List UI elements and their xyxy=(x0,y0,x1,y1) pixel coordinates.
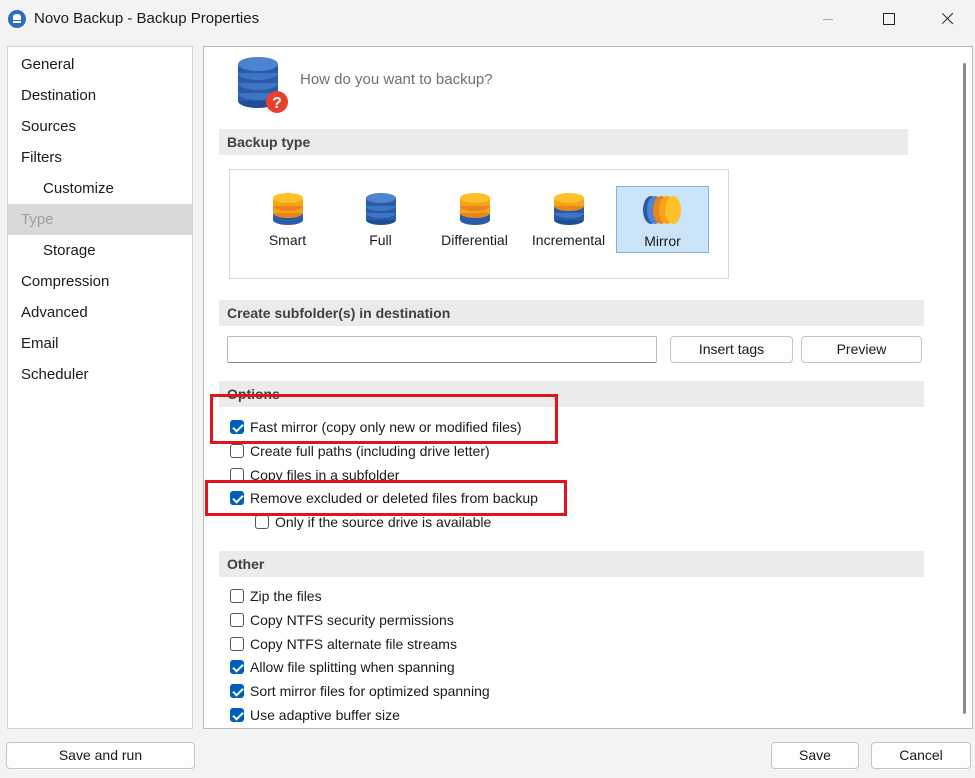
save-and-run-button[interactable]: Save and run xyxy=(6,742,195,769)
sidebar-item-sources[interactable]: Sources xyxy=(21,111,76,142)
checkbox-unchecked[interactable] xyxy=(255,515,269,529)
highlight-box xyxy=(210,394,558,444)
checkbox-label: Copy NTFS security permissions xyxy=(250,612,454,628)
title-bar: Novo Backup - Backup Properties xyxy=(0,0,975,38)
backup-type-panel: ? How do you want to backup? Backup type… xyxy=(203,46,973,729)
checkbox-unchecked[interactable] xyxy=(230,589,244,603)
type-full-button[interactable]: Full xyxy=(334,186,427,253)
sidebar-item-customize[interactable]: Customize xyxy=(43,173,114,204)
sidebar-item-email[interactable]: Email xyxy=(21,328,59,359)
app-icon xyxy=(8,10,26,28)
sidebar-item-destination[interactable]: Destination xyxy=(21,80,96,111)
checkbox-unchecked[interactable] xyxy=(230,444,244,458)
checkbox-label: Allow file splitting when spanning xyxy=(250,659,455,675)
checkbox-label: Sort mirror files for optimized spanning xyxy=(250,683,490,699)
cancel-button[interactable]: Cancel xyxy=(871,742,971,769)
database-question-icon: ? xyxy=(238,57,288,113)
checkbox-checked[interactable] xyxy=(230,708,244,722)
checkbox-label: Copy NTFS alternate file streams xyxy=(250,636,457,652)
window-title: Novo Backup - Backup Properties xyxy=(34,10,260,27)
checkbox-unchecked[interactable] xyxy=(230,613,244,627)
sidebar-item-storage[interactable]: Storage xyxy=(43,235,96,266)
subfolder-section-header: Create subfolder(s) in destination xyxy=(219,300,924,326)
type-differential-label: Differential xyxy=(441,232,508,248)
type-incremental-button[interactable]: Incremental xyxy=(522,186,615,253)
checkbox-checked[interactable] xyxy=(230,660,244,674)
other-section-header: Other xyxy=(219,551,924,577)
checkbox-checked[interactable] xyxy=(230,684,244,698)
sidebar-item-advanced[interactable]: Advanced xyxy=(21,297,88,328)
checkbox-label: Zip the files xyxy=(250,588,322,604)
type-mirror-label: Mirror xyxy=(644,233,681,249)
type-mirror-button[interactable]: Mirror xyxy=(616,186,709,253)
database-orange-blue-icon xyxy=(553,193,584,225)
page-question: How do you want to backup? xyxy=(300,71,493,88)
type-smart-label: Smart xyxy=(268,232,307,248)
subfolder-input[interactable] xyxy=(227,336,657,363)
backup-type-section-header: Backup type xyxy=(219,129,908,155)
sidebar-item-compression[interactable]: Compression xyxy=(21,266,109,297)
close-button[interactable] xyxy=(925,0,971,38)
vertical-scrollbar[interactable] xyxy=(955,47,972,728)
highlight-box xyxy=(205,480,567,516)
type-differential-button[interactable]: Differential xyxy=(428,186,521,253)
scrollbar-thumb[interactable] xyxy=(963,63,966,714)
insert-tags-button[interactable]: Insert tags xyxy=(670,336,793,363)
checkbox-label: Use adaptive buffer size xyxy=(250,707,400,723)
checkbox-unchecked[interactable] xyxy=(230,637,244,651)
database-orange-icon xyxy=(459,193,490,225)
save-button[interactable]: Save xyxy=(771,742,859,769)
database-mirror-icon xyxy=(642,196,681,224)
sidebar-item-scheduler[interactable]: Scheduler xyxy=(21,359,89,390)
sidebar-item-type[interactable]: Type xyxy=(8,204,192,235)
database-orange-icon xyxy=(272,193,303,225)
type-incremental-label: Incremental xyxy=(531,232,606,248)
minimize-button[interactable] xyxy=(805,0,851,38)
sidebar-item-filters[interactable]: Filters xyxy=(21,142,62,173)
sidebar-nav: General Destination Sources Filters Cust… xyxy=(7,46,193,729)
type-full-label: Full xyxy=(369,232,392,248)
sidebar-item-general[interactable]: General xyxy=(21,49,74,80)
backup-type-selector: Smart Full Differential Incremental Mirr… xyxy=(229,169,729,279)
svg-text:?: ? xyxy=(272,95,282,112)
maximize-button[interactable] xyxy=(865,0,911,38)
type-smart-button[interactable]: Smart xyxy=(241,186,334,253)
preview-button[interactable]: Preview xyxy=(801,336,922,363)
database-blue-icon xyxy=(365,193,396,225)
